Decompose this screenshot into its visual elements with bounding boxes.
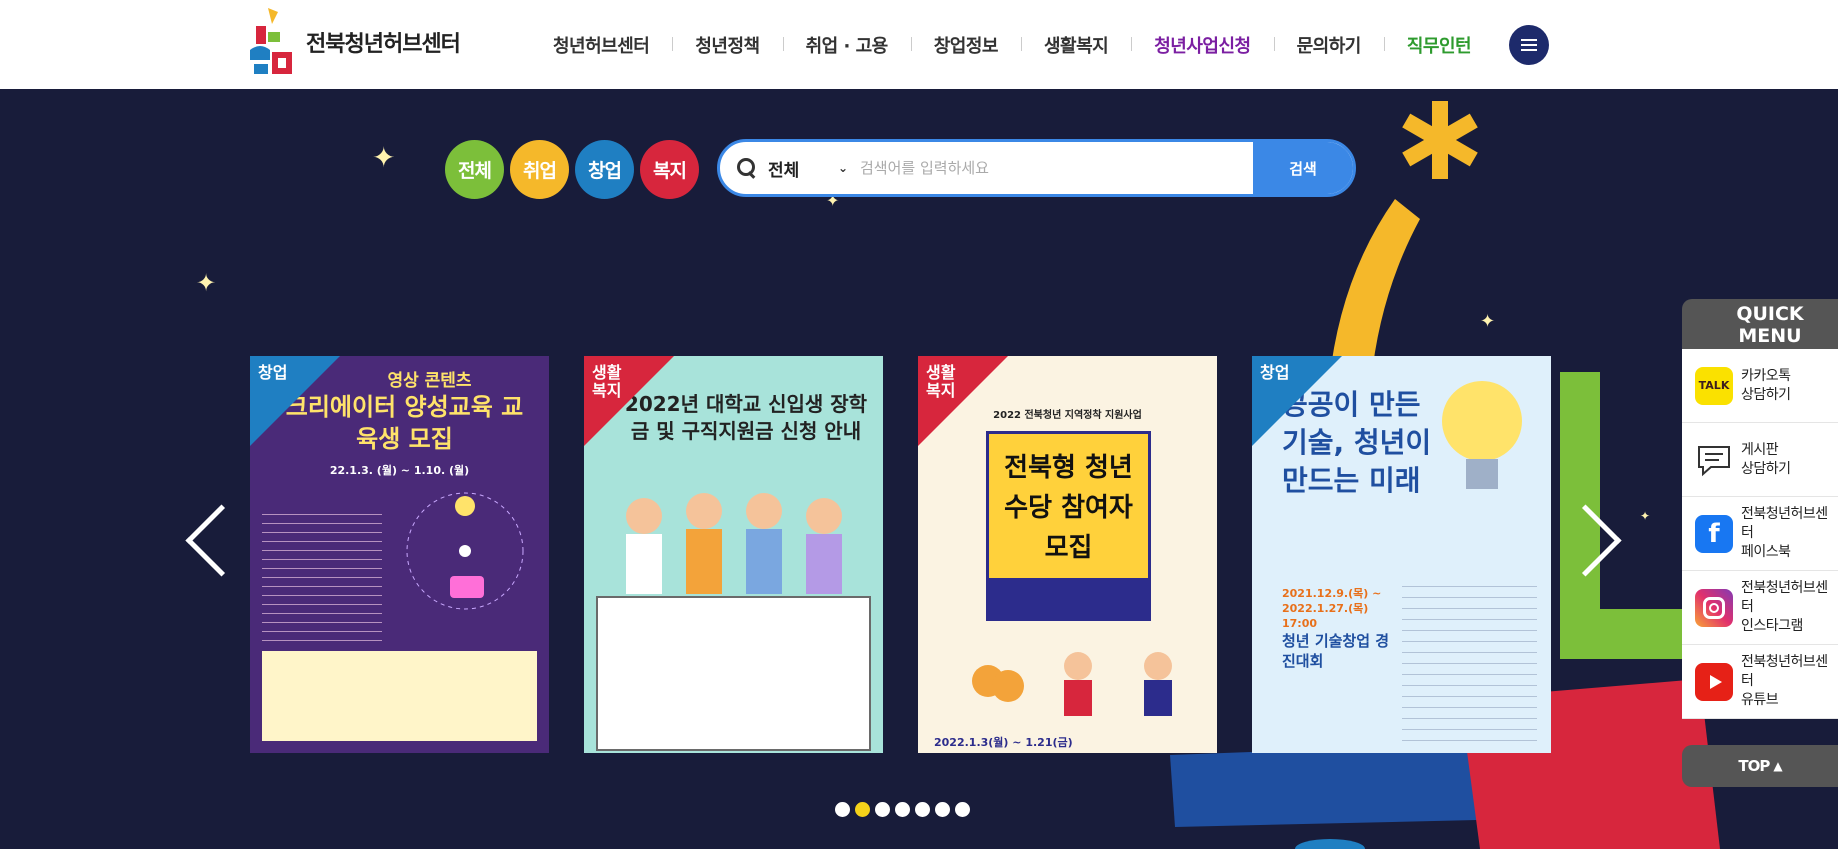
quick-menu-label: 전북청년허브센터 페이스북 — [1741, 506, 1828, 560]
card-heading-bottom-band — [989, 578, 1148, 618]
quick-menu-instagram[interactable]: 전북청년허브센터 인스타그램 — [1682, 571, 1838, 645]
quick-menu: QUICK MENU TALK 카카오톡 상담하기 게시판 상담하기 f 전북청… — [1682, 299, 1838, 719]
hub-logo-icon — [250, 8, 292, 74]
program-card[interactable]: 창업 영상 콘텐츠 크리에이터 양성교육 교육생 모집 22.1.3. (월) … — [250, 356, 549, 753]
star-decoration: ✦ — [1640, 509, 1651, 523]
program-card[interactable]: 생활 복지 2022 전북청년 지역정착 지원사업 전북형 청년수당 참여자 모… — [918, 356, 1217, 753]
nav-welfare[interactable]: 생활복지 — [1020, 32, 1131, 58]
main-nav: 청년허브센터 청년정책 취업 · 고용 창업정보 생활복지 청년사업신청 문의하… — [530, 0, 1494, 89]
category-filter: 전체 취업 창업 복지 — [445, 140, 699, 199]
site-logo-text: 전북청년허브센터 — [306, 32, 461, 57]
board-chat-icon — [1698, 445, 1730, 476]
pagination-dot[interactable] — [915, 802, 930, 817]
scroll-top-label: TOP — [1738, 757, 1770, 775]
card-subtitle: 영상 콘텐츠 — [387, 371, 472, 391]
program-card[interactable]: 창업 공공이 만든 기술, 청년이 만드는 미래 2021.12.9.(목) ~… — [1252, 356, 1551, 753]
card-date: 2021.12.9.(목) ~ 2022.1.27.(목) 17:00 — [1282, 587, 1382, 630]
card-tag-label: 창업 — [258, 363, 288, 382]
nav-employment[interactable]: 취업 · 고용 — [782, 32, 911, 58]
pagination-dot[interactable] — [875, 802, 890, 817]
program-card[interactable]: 생활 복지 2022년 대학교 신입생 장학금 및 구직지원금 신청 안내 — [584, 356, 883, 753]
hamburger-icon-line — [1521, 49, 1537, 51]
card-body-text-block — [596, 596, 871, 751]
youtube-icon — [1695, 662, 1733, 701]
slider-prev-button[interactable] — [182, 499, 222, 579]
quick-menu-list: TALK 카카오톡 상담하기 게시판 상담하기 f 전북청년허브센터 페이스북 … — [1682, 349, 1838, 719]
search-bar: 전체 ⌄ 검색 — [717, 139, 1356, 197]
nav-startup-info[interactable]: 창업정보 — [910, 32, 1021, 58]
nav-contact[interactable]: 문의하기 — [1273, 32, 1384, 58]
nav-program-apply[interactable]: 청년사업신청 — [1131, 32, 1273, 58]
category-employment-button[interactable]: 취업 — [510, 140, 569, 199]
card-tag-label: 생활 복지 — [592, 363, 622, 401]
card-subtitle: 청년 기술창업 경진대회 — [1282, 632, 1390, 670]
star-decoration: ✦ — [196, 269, 217, 297]
card-table-block — [262, 651, 537, 741]
quick-menu-board[interactable]: 게시판 상담하기 — [1682, 423, 1838, 497]
card-tag-label: 생활 복지 — [926, 363, 956, 401]
hamburger-icon-line — [1521, 39, 1537, 41]
yellow-asterisk-shape — [1402, 101, 1478, 179]
scroll-top-button[interactable]: TOP ▲ — [1682, 745, 1838, 787]
quick-menu-label: 전북청년허브센터 유튜브 — [1741, 654, 1828, 708]
card-date: 2022.1.3(월) ~ 1.21(금) — [934, 736, 1073, 749]
slider-next-button[interactable] — [1580, 499, 1620, 579]
star-decoration: ✦ — [372, 141, 396, 174]
nav-job-intern[interactable]: 직무인턴 — [1383, 32, 1494, 58]
lightbulb-icon — [1442, 381, 1522, 489]
quick-menu-kakaotalk[interactable]: TALK 카카오톡 상담하기 — [1682, 349, 1838, 423]
quick-menu-title: QUICK MENU — [1682, 299, 1838, 349]
quick-menu-youtube[interactable]: 전북청년허브센터 유튜브 — [1682, 645, 1838, 719]
card-illustration — [626, 493, 842, 594]
star-decoration: ✦ — [1480, 311, 1496, 332]
quick-menu-label: 카카오톡 상담하기 — [1741, 367, 1791, 403]
card-body-text-block — [262, 506, 382, 646]
card-illustration — [406, 492, 524, 610]
nav-hub-center[interactable]: 청년허브센터 — [530, 32, 672, 58]
category-welfare-button[interactable]: 복지 — [640, 140, 699, 199]
hamburger-icon-line — [1521, 44, 1537, 46]
nav-youth-policy[interactable]: 청년정책 — [672, 32, 782, 58]
arrow-up-icon: ▲ — [1773, 759, 1782, 773]
quick-menu-label: 전북청년허브센터 인스타그램 — [1741, 580, 1828, 634]
slider-pagination — [835, 802, 970, 817]
search-scope-value: 전체 — [768, 160, 800, 181]
category-all-button[interactable]: 전체 — [445, 140, 504, 199]
pagination-dot-active[interactable] — [855, 802, 870, 817]
pagination-dot[interactable] — [835, 802, 850, 817]
hero-section: ✦ ✦ ✦ ✦ ✦ 전체 취업 창업 복지 전체 ⌄ 검색 창업 영상 콘텐츠 … — [0, 89, 1838, 849]
pagination-dot[interactable] — [935, 802, 950, 817]
site-header: 전북청년허브센터 청년허브센터 청년정책 취업 · 고용 창업정보 생활복지 청… — [0, 0, 1838, 89]
facebook-icon: f — [1695, 514, 1733, 553]
quick-menu-facebook[interactable]: f 전북청년허브센터 페이스북 — [1682, 497, 1838, 571]
card-heading-box: 전북형 청년수당 참여자 모집 — [986, 431, 1151, 621]
quick-menu-label: 게시판 상담하기 — [1741, 441, 1791, 477]
card-heading: 전북형 청년수당 참여자 모집 — [1004, 453, 1133, 563]
pagination-dot[interactable] — [895, 802, 910, 817]
hamburger-menu-button[interactable] — [1509, 25, 1549, 65]
card-tag-label: 창업 — [1260, 363, 1290, 382]
kakaotalk-icon: TALK — [1695, 366, 1733, 405]
chevron-down-icon: ⌄ — [837, 161, 848, 175]
search-icon — [736, 157, 758, 179]
instagram-icon — [1695, 588, 1733, 627]
category-startup-button[interactable]: 창업 — [575, 140, 634, 199]
card-illustration — [972, 652, 1172, 716]
search-button[interactable]: 검색 — [1253, 142, 1353, 194]
site-logo[interactable]: 전북청년허브센터 — [248, 4, 461, 80]
search-input[interactable] — [860, 159, 1253, 177]
card-body-text-block — [1402, 576, 1537, 746]
pagination-dot[interactable] — [955, 802, 970, 817]
search-scope-select[interactable]: 전체 ⌄ — [768, 156, 848, 181]
